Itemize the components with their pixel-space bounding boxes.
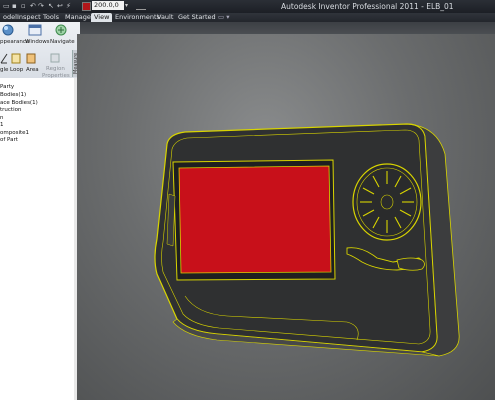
region-label: Region	[46, 66, 65, 72]
return-icon[interactable]: ↩	[57, 2, 63, 10]
window-title: Autodesk Inventor Professional 2011 - EL…	[281, 2, 454, 11]
tab-environments[interactable]: Environments	[115, 13, 160, 22]
area-label: Area	[26, 67, 39, 73]
separator	[136, 3, 146, 10]
tab-view[interactable]: View	[91, 13, 113, 22]
tab-get-started[interactable]: Get Started	[178, 13, 216, 22]
tab-vault[interactable]: Vault	[157, 13, 173, 22]
area-icon[interactable]	[26, 53, 36, 64]
title-bar: ▭ ▪ ▫ ↶ ↷ ↖ ↩ ⚡ 200.0,0 ▾ Autodesk Inven…	[0, 0, 495, 13]
ribbon-panel: ppearance Windows Navigate gle Loop Area…	[0, 22, 80, 79]
ribbon-options-icon[interactable]: ▭ ▾	[218, 13, 229, 22]
tab-inspect[interactable]: Inspect	[17, 13, 41, 22]
tree-item[interactable]: of Part	[0, 137, 18, 143]
loop-icon[interactable]	[11, 53, 21, 64]
color-swatch[interactable]	[82, 2, 91, 11]
navigate-icon[interactable]	[54, 24, 68, 36]
tree-item[interactable]: ace Bodies(1)	[0, 100, 38, 106]
graphics-viewport[interactable]	[77, 34, 495, 400]
region-properties-icon[interactable]	[50, 53, 60, 63]
windows-icon[interactable]	[28, 24, 42, 36]
save-icon[interactable]: ▪	[12, 2, 17, 10]
tree-item[interactable]: Bodies(1)	[0, 92, 26, 98]
update-icon[interactable]: ⚡	[66, 2, 71, 10]
lever-knob	[396, 257, 425, 271]
tab-model[interactable]: odel	[3, 13, 17, 22]
angle-icon[interactable]	[0, 53, 8, 64]
tab-tools[interactable]: Tools	[43, 13, 59, 22]
dial	[352, 163, 422, 241]
tree-item[interactable]: n	[0, 115, 4, 121]
select-arrow-icon[interactable]: ↖	[48, 2, 54, 10]
chevron-down-icon[interactable]: ▾	[125, 2, 128, 9]
redo-icon[interactable]: ↷	[38, 2, 44, 10]
model-browser: Party Bodies(1) ace Bodies(1) truction n…	[0, 78, 75, 400]
angle-label: gle	[0, 67, 9, 73]
print-icon[interactable]: ▫	[21, 2, 26, 10]
tree-item[interactable]: Party	[0, 84, 14, 90]
value-field[interactable]: 200.0,0	[92, 1, 124, 10]
tree-item[interactable]: omposite1	[0, 130, 29, 136]
loop-label: Loop	[10, 67, 24, 73]
tree-item[interactable]: 1	[0, 122, 4, 128]
appearance-icon[interactable]	[2, 24, 14, 36]
ribbon-tabs: odel Inspect Tools Manage View Environme…	[0, 13, 495, 22]
undo-icon[interactable]: ↶	[30, 2, 36, 10]
tree-item[interactable]: truction	[0, 107, 21, 113]
windows-label: Windows	[25, 39, 50, 45]
ribbon-empty-area	[80, 22, 495, 34]
screen	[178, 165, 332, 274]
model-drawing	[154, 123, 460, 357]
navigate-label: Navigate	[50, 39, 75, 45]
tab-manage[interactable]: Manage	[65, 13, 91, 22]
open-icon[interactable]: ▭	[3, 2, 10, 10]
